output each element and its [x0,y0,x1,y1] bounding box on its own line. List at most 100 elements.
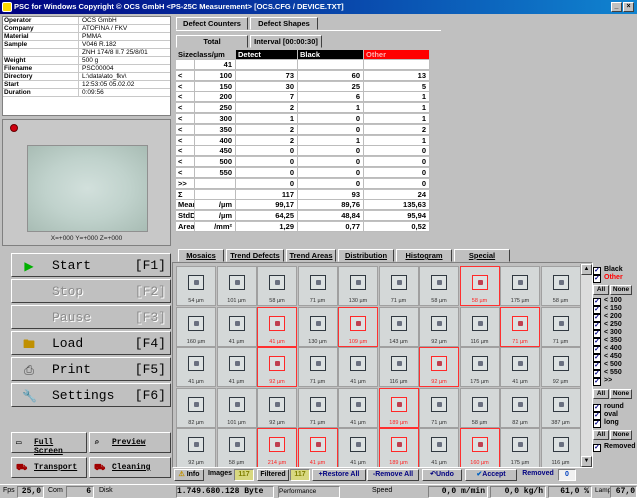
defect-thumbnail[interactable]: 160 µm [176,306,216,347]
defect-thumbnail[interactable]: 92 µm [257,347,297,387]
settings-button[interactable]: 🔧 Settings [F6] [11,383,171,407]
stop-button[interactable]: Stop [F2] [11,279,171,303]
defect-thumbnail[interactable]: 92 µm [176,428,216,467]
shape-oval-checkbox[interactable]: ✓ [593,412,601,420]
defect-thumbnail[interactable]: 109 µm [338,306,378,347]
mosaic-scrollbar[interactable]: ▲ ▼ [580,264,592,467]
scroll-up-icon[interactable]: ▲ [581,264,592,275]
load-button[interactable]: 🖿 Load [F4] [11,331,171,355]
defect-thumbnail[interactable]: 41 µm [216,347,257,387]
defect-thumbnail[interactable]: 71 µm [500,306,540,347]
shape-round-checkbox[interactable]: ✓ [593,404,601,412]
defect-thumbnail[interactable]: 116 µm [540,428,581,467]
size-checkbox[interactable]: ✓ [593,338,601,346]
shape-long-checkbox[interactable]: ✓ [593,420,601,428]
defect-thumbnail[interactable]: 189 µm [378,428,419,467]
defect-thumbnail[interactable]: 58 µm [459,266,500,306]
defect-thumbnail[interactable]: 214 µm [257,428,297,467]
tab-interval[interactable]: Interval [00:00:30] [250,35,322,48]
select-none-button[interactable]: None [610,285,632,295]
close-button[interactable]: × [623,2,634,12]
defect-thumbnail[interactable]: 92 µm [257,387,297,428]
defect-thumbnail[interactable]: 130 µm [338,266,378,306]
defect-thumbnail[interactable]: 189 µm [378,387,419,428]
restore-all-button[interactable]: +Restore All [312,469,366,481]
size-checkbox[interactable]: ✓ [593,314,601,322]
defect-thumbnail[interactable]: 82 µm [500,387,540,428]
tab-defect-counters[interactable]: Defect Counters [176,17,248,30]
defect-thumbnail[interactable]: 143 µm [378,306,419,347]
defect-thumbnail[interactable]: 41 µm [257,306,297,347]
defect-thumbnail[interactable]: 116 µm [378,347,419,387]
pause-button[interactable]: Pause [F3] [11,305,171,329]
filtered-button[interactable]: Filtered [257,469,289,481]
defect-thumbnail[interactable]: 41 µm [419,428,459,467]
defect-thumbnail[interactable]: 175 µm [500,266,540,306]
defect-thumbnail[interactable]: 41 µm [338,387,378,428]
info-button[interactable]: ⚠ Info [174,469,204,481]
title-bar[interactable]: PSC for Windows Copyright © OCS GmbH <PS… [0,0,637,14]
defect-thumbnail[interactable]: 41 µm [500,347,540,387]
size-checkbox[interactable]: ✓ [593,346,601,354]
defect-thumbnail[interactable]: 71 µm [297,347,338,387]
defect-thumbnail[interactable]: 175 µm [459,347,500,387]
defect-thumbnail[interactable]: 58 µm [419,266,459,306]
defect-thumbnail[interactable]: 101 µm [216,387,257,428]
start-button[interactable]: ▶ Start [F1] [11,253,171,277]
defect-thumbnail[interactable]: 92 µm [419,347,459,387]
defect-thumbnail[interactable]: 71 µm [378,266,419,306]
defect-thumbnail[interactable]: 41 µm [297,428,338,467]
defect-thumbnail[interactable]: 116 µm [459,306,500,347]
tab-total[interactable]: Total [176,35,248,48]
tab-special[interactable]: Special [454,249,510,262]
size-checkbox[interactable]: ✓ [593,322,601,330]
tab-distribution[interactable]: Distribution [338,249,394,262]
defect-thumbnail[interactable]: 54 µm [176,266,216,306]
defect-thumbnail[interactable]: 58 µm [257,266,297,306]
size-checkbox[interactable]: ✓ [593,370,601,378]
tab-histogram[interactable]: Histogram [396,249,452,262]
preview-button[interactable]: ⌕ Preview [89,432,171,453]
defect-thumbnail[interactable]: 130 µm [297,306,338,347]
size-none-button[interactable]: None [610,389,632,399]
size-checkbox[interactable]: ✓ [593,378,601,386]
defect-thumbnail[interactable]: 175 µm [500,428,540,467]
defect-thumbnail[interactable]: 41 µm [176,347,216,387]
defect-thumbnail[interactable]: 387 µm [540,387,581,428]
defect-thumbnail[interactable]: 92 µm [419,306,459,347]
undo-button[interactable]: ↶Undo [422,469,462,481]
transport-button[interactable]: ⛟ Transport [11,457,87,478]
filter-black-checkbox[interactable]: ✓ [593,267,601,275]
accept-button[interactable]: ✔Accept [465,469,517,481]
defect-thumbnail[interactable]: 71 µm [297,387,338,428]
defect-thumbnail[interactable]: 71 µm [297,266,338,306]
minimize-button[interactable]: _ [611,2,622,12]
size-all-button[interactable]: All [593,389,609,399]
filter-removed-checkbox[interactable]: ✓ [593,444,601,452]
defect-thumbnail[interactable]: 41 µm [216,306,257,347]
defect-thumbnail[interactable]: 58 µm [216,428,257,467]
defect-thumbnail[interactable]: 71 µm [419,387,459,428]
tab-trend-areas[interactable]: Trend Areas [286,249,336,262]
shape-all-button[interactable]: All [593,430,609,440]
full-screen-button[interactable]: ▭ Full Screen [11,432,87,456]
defect-thumbnail[interactable]: 101 µm [216,266,257,306]
size-checkbox[interactable]: ✓ [593,330,601,338]
filter-other-checkbox[interactable]: ✓ [593,275,601,283]
scroll-down-icon[interactable]: ▼ [581,456,592,467]
print-button[interactable]: ⎙ Print [F5] [11,357,171,381]
remove-all-button[interactable]: -Remove All [367,469,419,481]
tab-defect-shapes[interactable]: Defect Shapes [250,17,318,30]
defect-thumbnail[interactable]: 160 µm [459,428,500,467]
size-checkbox[interactable]: ✓ [593,354,601,362]
defect-thumbnail[interactable]: 82 µm [176,387,216,428]
size-checkbox[interactable]: ✓ [593,306,601,314]
select-all-button[interactable]: All [593,285,609,295]
defect-thumbnail[interactable]: 41 µm [338,347,378,387]
size-checkbox[interactable]: ✓ [593,362,601,370]
defect-thumbnail[interactable]: 92 µm [540,347,581,387]
defect-thumbnail[interactable]: 71 µm [540,306,581,347]
defect-thumbnail[interactable]: 41 µm [338,428,378,467]
camera-view[interactable] [27,145,148,232]
size-checkbox[interactable]: ✓ [593,298,601,306]
